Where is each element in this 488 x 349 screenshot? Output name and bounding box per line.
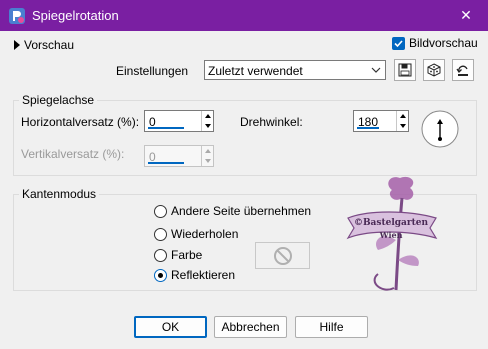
radio-andere-seite[interactable]: Andere Seite übernehmen — [154, 204, 311, 218]
vert-offset-spinner: 0 — [144, 145, 214, 167]
spin-up-button[interactable] — [397, 111, 408, 121]
angle-spinner[interactable]: 180 — [353, 110, 409, 132]
reset-button[interactable] — [452, 59, 474, 81]
ok-button-label: OK — [161, 320, 180, 334]
spin-down-button[interactable] — [202, 121, 213, 131]
angle-label: Drehwinkel: — [240, 115, 303, 129]
app-icon — [9, 8, 25, 24]
radio-label: Reflektieren — [171, 268, 236, 282]
arrow-down-icon — [399, 124, 406, 128]
arrow-down-icon — [204, 159, 211, 163]
radio-wiederholen[interactable]: Wiederholen — [154, 227, 238, 241]
preview-label: Vorschau — [24, 38, 75, 52]
chevron-down-icon — [371, 67, 381, 73]
kantenmodus-title: Kantenmodus — [19, 187, 100, 201]
bildvorschau-label: Bildvorschau — [409, 36, 478, 50]
horiz-offset-slider-fill — [148, 127, 184, 129]
angle-dial[interactable] — [421, 110, 459, 148]
cancel-button-label: Abbrechen — [221, 320, 280, 334]
arrow-down-icon — [204, 124, 211, 128]
spin-down-button[interactable] — [397, 121, 408, 131]
window-title: Spiegelrotation — [32, 8, 119, 23]
dice-icon — [427, 63, 441, 77]
angle-slider-fill — [357, 127, 379, 129]
bildvorschau-checkbox[interactable]: Bildvorschau — [392, 36, 478, 50]
close-icon: ✕ — [460, 7, 472, 23]
preview-toggle[interactable]: Vorschau — [14, 38, 74, 52]
radio-icon — [154, 248, 167, 262]
spin-up-button[interactable] — [202, 111, 213, 121]
spin-down-button — [202, 156, 213, 166]
randomize-button[interactable] — [423, 59, 445, 81]
radio-icon — [154, 227, 167, 241]
help-button[interactable]: Hilfe — [295, 316, 368, 338]
disabled-icon — [273, 246, 292, 265]
vert-offset-slider-fill — [148, 162, 184, 164]
close-button[interactable]: ✕ — [444, 0, 488, 31]
save-preset-button[interactable] — [394, 59, 416, 81]
radio-reflektieren[interactable]: Reflektieren — [154, 268, 235, 282]
radio-selected-icon — [154, 268, 167, 282]
checkbox-checked-icon — [392, 36, 405, 50]
cancel-button[interactable]: Abbrechen — [214, 316, 287, 338]
radio-label: Wiederholen — [171, 227, 239, 241]
settings-label: Einstellungen — [116, 64, 189, 78]
help-button-label: Hilfe — [319, 320, 344, 334]
spin-arrows[interactable] — [396, 111, 408, 131]
watermark-logo: ©Bastelgarten Wien — [338, 170, 442, 302]
arrow-up-icon — [399, 114, 406, 118]
color-swatch — [255, 242, 310, 269]
arrow-up-icon — [204, 149, 211, 153]
expand-triangle-icon — [14, 40, 20, 50]
watermark-text-1: ©Bastelgarten — [353, 218, 429, 228]
radio-farbe[interactable]: Farbe — [154, 248, 202, 262]
vert-offset-label: Vertikalversatz (%): — [21, 147, 125, 161]
arrow-up-icon — [204, 114, 211, 118]
horiz-offset-spinner[interactable]: 0 — [144, 110, 214, 132]
title-bar[interactable]: Spiegelrotation ✕ — [0, 0, 488, 31]
ok-button[interactable]: OK — [134, 316, 207, 338]
horiz-offset-label: Horizontalversatz (%): — [21, 115, 140, 129]
radio-label: Farbe — [171, 248, 203, 262]
spin-arrows[interactable] — [201, 111, 213, 131]
settings-select-value: Zuletzt verwendet — [208, 64, 303, 78]
spin-up-button — [202, 146, 213, 156]
reset-icon — [456, 65, 468, 76]
spiegelachse-title: Spiegelachse — [19, 93, 98, 107]
watermark-text-2: Wien — [379, 230, 403, 240]
radio-icon — [154, 204, 167, 218]
floppy-disk-icon — [398, 63, 412, 77]
radio-label: Andere Seite übernehmen — [171, 204, 312, 218]
settings-select[interactable]: Zuletzt verwendet — [204, 60, 386, 80]
angle-dial-icon — [421, 110, 459, 148]
spin-arrows — [201, 146, 213, 166]
